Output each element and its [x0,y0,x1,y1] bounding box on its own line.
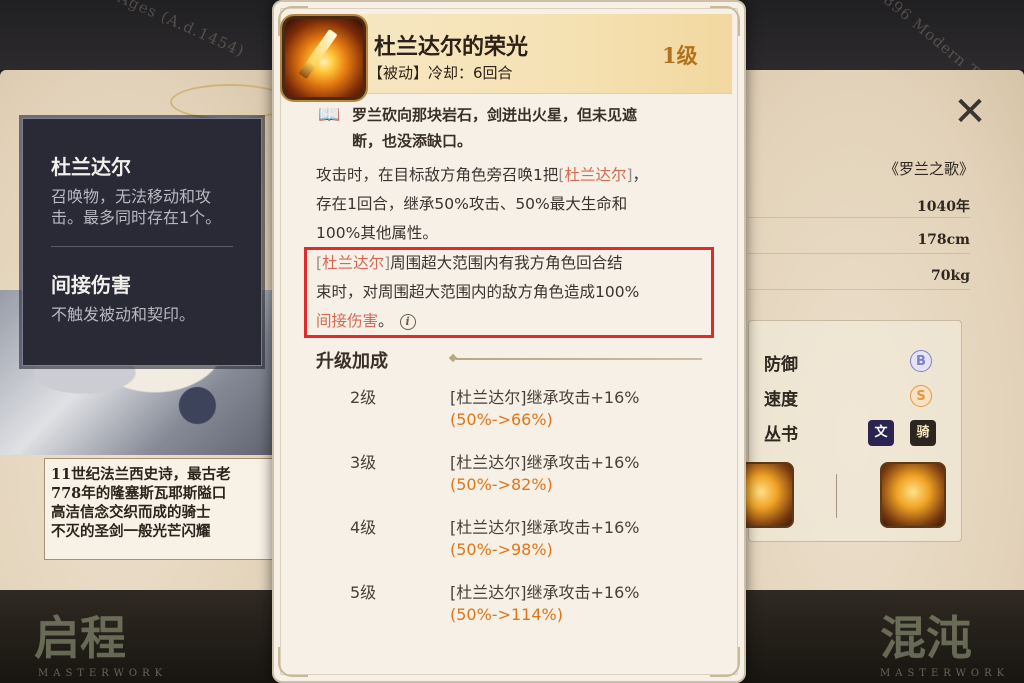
tooltip-divider [51,246,233,247]
knight-series-icon: 骑 [910,420,936,446]
term-text-indirect: 不触发被动和契印。 [51,305,196,324]
skill-type-cooldown: 【被动】冷却：6回合 [368,64,513,82]
stat-value: 1040年 [917,199,970,215]
desc-text: 。 [378,312,394,330]
stat-weight: 70kg [748,268,970,290]
term-title-durandal: 杜兰达尔 [51,155,131,179]
story-line: 不灭的圣剑一般光芒闪耀 [51,523,211,540]
story-line: 11世纪法兰西史诗，最古老 [51,466,231,483]
desc-text: 周围超大范围内有我方角色回合结 [390,254,623,272]
section-rule [456,358,702,360]
upgrade-level: 5级 [350,583,377,602]
sword-skill-icon [282,16,366,100]
summon-term-link[interactable]: 杜兰达尔 [322,254,384,272]
skill-description-line: 束时，对周围超大范围内的敌方角色造成100% [316,283,640,301]
sword-icon [298,29,338,79]
book-title: 《罗兰之歌》 [883,160,974,178]
stat-value: 178cm [917,232,970,248]
banner-subtitle: MASTERWORK [38,668,168,679]
upgrade-level: 2级 [350,388,377,407]
banner-depart-label: 启程 [34,611,126,665]
skill-description-line: [杜兰达尔]周围超大范围内有我方角色回合结 [316,250,623,276]
skill-description-line: 间接伤害。 i [316,308,416,334]
story-box: 11世纪法兰西史诗，最古老 778年的隆塞斯瓦耶斯隘口 高洁信念交织而成的骑士 … [44,458,300,560]
desc-text: ， [632,166,649,184]
summon-term-link[interactable]: 杜兰达尔 [564,166,626,184]
info-icon[interactable]: i [399,314,416,330]
skill-description-line: 存在1回合，继承50%攻击、50%最大生命和 [316,195,628,213]
flavor-text: 断，也没添缺口。 [352,132,473,150]
upgrade-section-title: 升级加成 [316,351,388,372]
flavor-text: 罗兰砍向那块岩石，剑迸出火星，但未见遮 [352,106,638,124]
skill-level: 1级 [662,43,698,68]
thumb-divider [836,474,837,518]
literature-icon: 文 [868,420,894,446]
stat-value: 70kg [931,268,970,284]
skill-description-line: 攻击时，在目标敌方角色旁召唤1把[杜兰达尔]， [316,162,648,188]
story-line: 高洁信念交织而成的骑士 [51,504,211,521]
upgrade-change: (50%->82%) [450,475,553,494]
story-line: 778年的隆塞斯瓦耶斯隘口 [51,485,227,502]
indirect-damage-term-link[interactable]: 间接伤害 [316,312,378,330]
upgrade-effect: [杜兰达尔]继承攻击+16% [450,453,640,472]
attr-defense-label: 防御 [764,355,798,375]
skill-thumb-2[interactable] [880,462,946,528]
banner-depart[interactable]: 启程 MASTERWORK [0,590,300,683]
term-text-durandal: 召唤物，无法移动和攻击。最多同时存在1个。 [51,187,222,227]
banner-chaos-label: 混沌 [880,611,972,665]
term-info-tooltip: 杜兰达尔 召唤物，无法移动和攻击。最多同时存在1个。 间接伤害 不触发被动和契印… [22,118,262,366]
book-icon: 📖 [318,104,341,125]
upgrade-effect: [杜兰达尔]继承攻击+16% [450,388,640,407]
stat-year: 1040年 [748,196,970,218]
banner-subtitle: MASTERWORK [880,668,1010,679]
upgrade-level: 4级 [350,518,377,537]
upgrade-change: (50%->98%) [450,540,553,559]
stat-height: 178cm [748,232,970,254]
crossed-swords-icon[interactable]: ✕ [950,92,990,132]
skill-description-line: 100%其他属性。 [316,224,438,242]
attr-series-label: 丛书 [764,425,798,445]
skill-detail-popup: 杜兰达尔的荣光 【被动】冷却：6回合 1级 📖 罗兰砍向那块岩石，剑迸出火星，但… [272,0,746,683]
banner-chaos[interactable]: 混沌 MASTERWORK [740,590,1024,683]
upgrade-level: 3级 [350,453,377,472]
upgrade-effect: [杜兰达尔]继承攻击+16% [450,583,640,602]
corner-ornament [710,647,740,677]
upgrade-change: (50%->66%) [450,410,553,429]
attr-speed-label: 速度 [764,390,798,410]
corner-ornament [278,647,308,677]
desc-text: 攻击时，在目标敌方角色旁召唤1把 [316,166,559,184]
skill-name: 杜兰达尔的荣光 [374,34,529,60]
grade-s-icon: S [910,385,932,407]
grade-b-icon: B [910,350,932,372]
upgrade-change: (50%->114%) [450,605,563,624]
upgrade-effect: [杜兰达尔]继承攻击+16% [450,518,640,537]
term-title-indirect: 间接伤害 [51,273,131,297]
